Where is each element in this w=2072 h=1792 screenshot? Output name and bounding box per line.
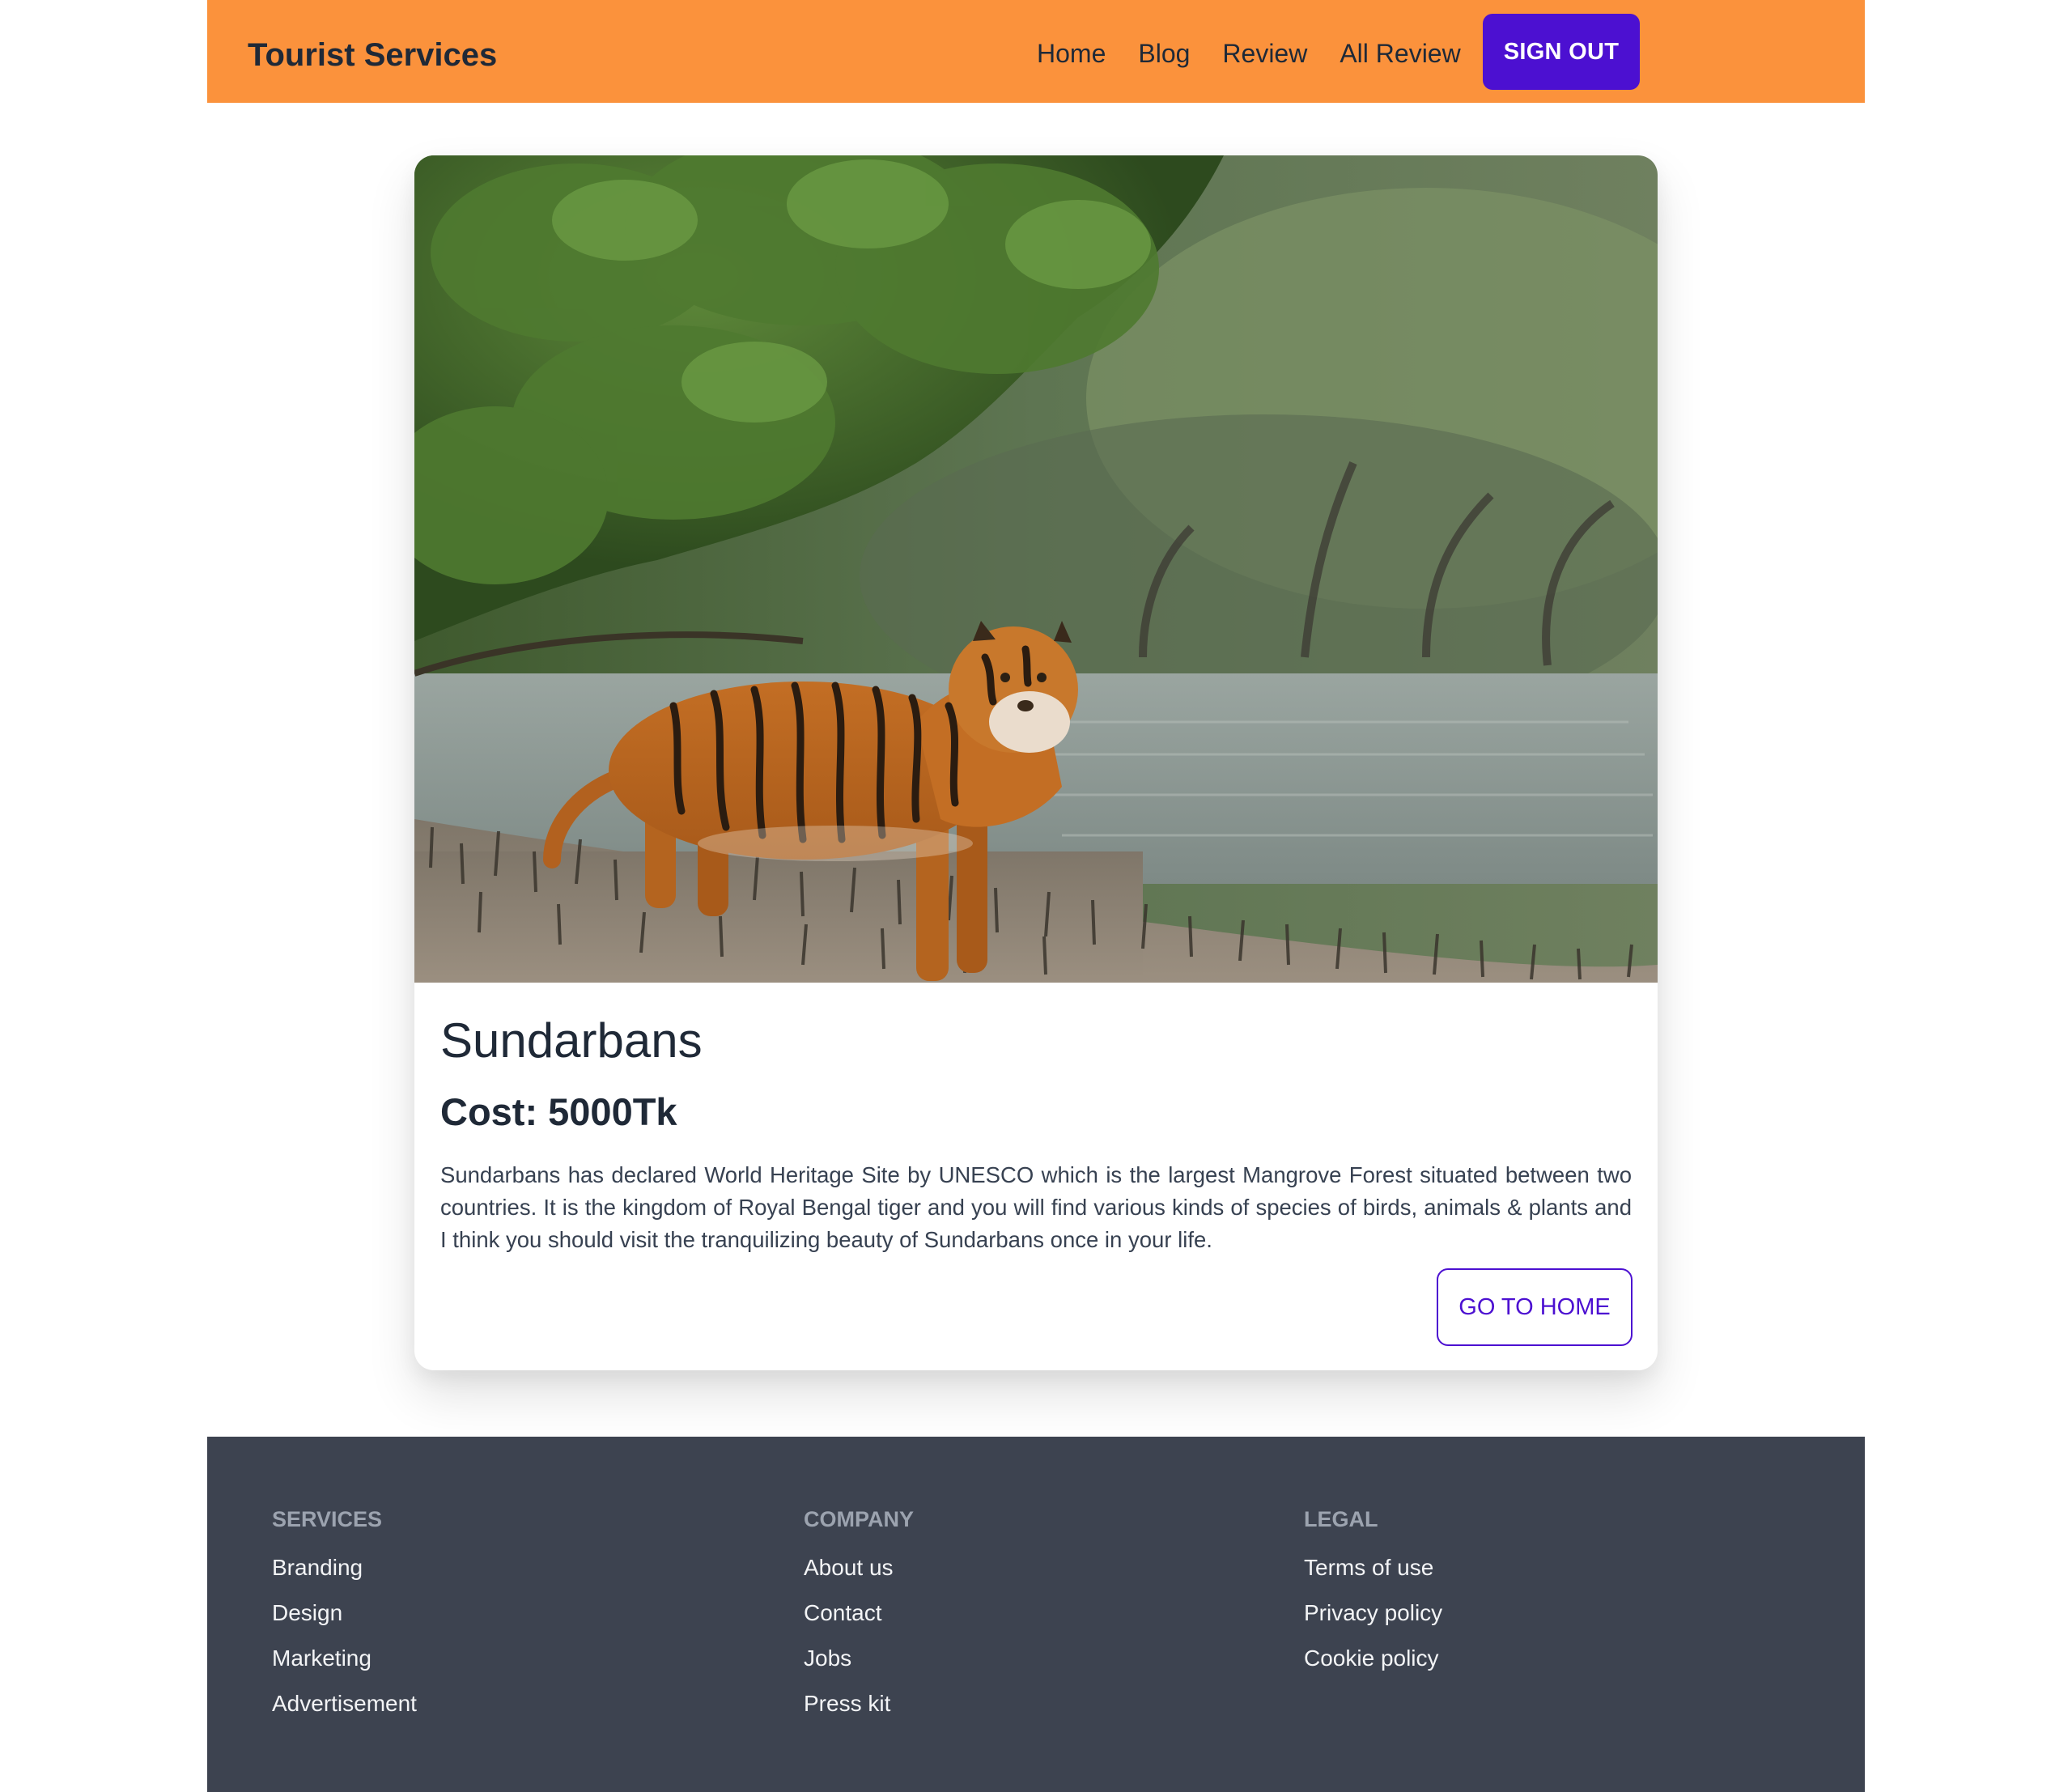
navbar: Tourist Services Home Blog Review All Re… (207, 0, 1865, 103)
footer: SERVICES Branding Design Marketing Adver… (207, 1437, 1865, 1792)
footer-link-advertisement[interactable]: Advertisement (272, 1688, 417, 1720)
nav-link-all-review[interactable]: All Review (1340, 36, 1460, 71)
footer-link-cookie-policy[interactable]: Cookie policy (1304, 1642, 1442, 1675)
brand-logo-text[interactable]: Tourist Services (248, 34, 497, 76)
footer-heading-legal: LEGAL (1304, 1507, 1378, 1531)
page: Tourist Services Home Blog Review All Re… (0, 0, 2072, 1792)
footer-column-services: SERVICES Branding Design Marketing Adver… (272, 1503, 417, 1733)
footer-link-press-kit[interactable]: Press kit (804, 1688, 914, 1720)
service-cost: Cost: 5000Tk (440, 1090, 677, 1133)
footer-heading-company: COMPANY (804, 1507, 915, 1531)
footer-column-company: COMPANY About us Contact Jobs Press kit (804, 1503, 914, 1733)
nav-link-blog[interactable]: Blog (1138, 36, 1190, 71)
footer-link-about-us[interactable]: About us (804, 1552, 914, 1584)
sign-out-button[interactable]: SIGN OUT (1483, 14, 1640, 90)
nav-links: Home Blog Review All Review (1037, 36, 1493, 71)
footer-link-marketing[interactable]: Marketing (272, 1642, 417, 1675)
footer-link-privacy-policy[interactable]: Privacy policy (1304, 1597, 1442, 1629)
service-description: Sundarbans has declared World Heritage S… (440, 1162, 1632, 1252)
footer-heading-services: SERVICES (272, 1507, 383, 1531)
footer-link-terms-of-use[interactable]: Terms of use (1304, 1552, 1442, 1584)
service-detail-card: Sundarbans Cost: 5000Tk Sundarbans has d… (414, 155, 1658, 1370)
service-image (414, 155, 1658, 983)
service-title: Sundarbans (440, 1013, 703, 1068)
nav-link-review[interactable]: Review (1222, 36, 1307, 71)
footer-link-branding[interactable]: Branding (272, 1552, 417, 1584)
footer-link-design[interactable]: Design (272, 1597, 417, 1629)
footer-link-contact[interactable]: Contact (804, 1597, 914, 1629)
go-to-home-button[interactable]: GO TO HOME (1437, 1268, 1633, 1346)
footer-link-jobs[interactable]: Jobs (804, 1642, 914, 1675)
footer-column-legal: LEGAL Terms of use Privacy policy Cookie… (1304, 1503, 1442, 1688)
nav-link-home[interactable]: Home (1037, 36, 1106, 71)
